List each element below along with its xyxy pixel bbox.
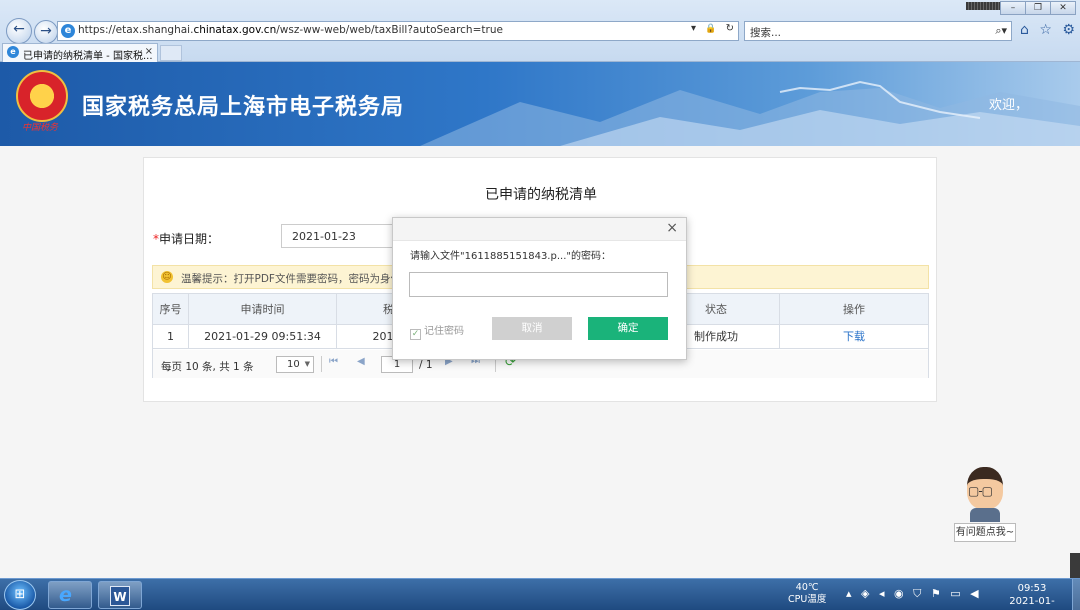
page-title: 已申请的纳税清单 bbox=[485, 187, 597, 203]
site-title: 国家税务总局上海市电子税务局 bbox=[82, 95, 405, 120]
row-time: 2021-01-29 09:51:34 bbox=[189, 325, 337, 348]
back-button[interactable]: ← bbox=[6, 18, 32, 44]
dialog-header: × bbox=[393, 218, 686, 241]
page-total: / 1 bbox=[419, 359, 433, 371]
browser-tray-icon[interactable]: ◉ bbox=[894, 587, 904, 600]
windows-taskbar: ⊞ e W 40℃ CPU温度 ▴ ◈ ◂ ◉ ⛉ ⚑ ▭ ◀ 09:53 20… bbox=[0, 578, 1080, 610]
cpu-temperature: 40℃ CPU温度 bbox=[788, 582, 826, 606]
monitor-icon[interactable]: ▭ bbox=[950, 587, 960, 600]
col-header-action: 操作 bbox=[843, 303, 865, 316]
remember-password-checkbox[interactable]: ✓ 记住密码 bbox=[410, 322, 464, 340]
date-label-text: 申请日期： bbox=[159, 232, 220, 246]
tax-emblem: ★ bbox=[16, 70, 68, 122]
cpu-temp-label: CPU温度 bbox=[788, 594, 827, 605]
address-bar[interactable]: e https://etax.shanghai.chinatax.gov.cn/… bbox=[57, 21, 739, 41]
address-tools: ▾ 🔒 ↻ bbox=[685, 23, 734, 34]
address-dropdown-icon[interactable]: ▾ bbox=[691, 23, 696, 34]
taskbar-ie[interactable]: e bbox=[48, 581, 92, 609]
ie-icon: e bbox=[59, 584, 72, 606]
welcome-text: 欢迎， bbox=[988, 98, 1028, 113]
speaker-icon[interactable]: ◂ bbox=[879, 587, 885, 600]
show-desktop-button[interactable] bbox=[1072, 579, 1080, 610]
row-index: 1 bbox=[153, 325, 189, 348]
new-tab-button[interactable] bbox=[160, 45, 182, 61]
volume-icon[interactable]: ◀ bbox=[970, 587, 978, 600]
emblem-star-icon: ★ bbox=[34, 82, 49, 101]
tray-expand-icon[interactable]: ▴ bbox=[846, 587, 852, 600]
system-clock[interactable]: 09:53 2021-01-29 bbox=[1004, 582, 1060, 610]
tab-close-icon[interactable]: × bbox=[145, 46, 153, 57]
page-size-select[interactable]: 10 ▼ bbox=[276, 356, 314, 373]
pager-info: 每页 10 条, 共 1 条 bbox=[161, 361, 254, 373]
forward-button[interactable]: → bbox=[34, 20, 58, 44]
hint-text: 温馨提示：打开PDF文件需要密码，密码为身份证件 bbox=[181, 273, 422, 285]
signal-indicator bbox=[966, 2, 1002, 10]
start-button[interactable]: ⊞ bbox=[4, 580, 36, 610]
restore-button[interactable]: ❐ bbox=[1025, 1, 1051, 15]
windows-logo-icon: ⊞ bbox=[14, 587, 26, 602]
tab-ie-icon: e bbox=[7, 46, 19, 58]
word-icon: W bbox=[110, 586, 130, 606]
browser-tab-active[interactable]: e 已申请的纳税清单 - 国家税... × bbox=[2, 43, 158, 62]
minimize-button[interactable]: – bbox=[1000, 1, 1026, 15]
home-icon[interactable]: ⌂ bbox=[1020, 22, 1029, 38]
clock-date: 2021-01-29 bbox=[1009, 596, 1055, 610]
search-icon[interactable]: ⌕▾ bbox=[995, 24, 1007, 38]
ie-page-icon: e bbox=[61, 24, 75, 38]
row-action-cell: 下载 bbox=[780, 325, 928, 348]
pager-divider bbox=[321, 356, 322, 372]
taskbar-word[interactable]: W bbox=[98, 581, 142, 609]
flag-icon[interactable]: ⚑ bbox=[931, 587, 941, 600]
first-page-icon[interactable]: ⏮ bbox=[329, 356, 338, 367]
glasses-icon: ▢-▢ bbox=[968, 484, 993, 498]
apply-date-input[interactable]: 2021-01-23 bbox=[281, 224, 401, 248]
avatar-body bbox=[970, 508, 1000, 522]
chevron-down-icon: ▼ bbox=[304, 360, 310, 368]
cpu-temp-value: 40℃ bbox=[795, 582, 819, 593]
help-button[interactable]: 有问题点我~ bbox=[954, 523, 1016, 542]
url-text[interactable]: https://etax.shanghai.chinatax.gov.cn/ws… bbox=[78, 24, 503, 36]
clock-time: 09:53 bbox=[1017, 583, 1047, 594]
date-label: *申请日期： bbox=[153, 230, 219, 247]
arrow-right-icon: → bbox=[40, 23, 52, 39]
gear-icon[interactable]: ⚙ bbox=[1062, 22, 1075, 38]
remember-label: 记住密码 bbox=[424, 326, 464, 337]
scroll-edge bbox=[1070, 553, 1080, 578]
emblem-caption: 中国税务 bbox=[22, 123, 59, 133]
system-tray: ▴ ◈ ◂ ◉ ⛉ ⚑ ▭ ◀ bbox=[846, 587, 985, 601]
browser-toolbar-icons: ⌂ ☆ ⚙ bbox=[1020, 22, 1080, 38]
site-header: ★ 中国税务 国家税务总局上海市电子税务局 欢迎， bbox=[0, 62, 1080, 146]
help-assistant-avatar[interactable]: ▢-▢ bbox=[958, 464, 1014, 522]
search-placeholder: 搜索... bbox=[750, 27, 782, 39]
window-controls: – ❐ ✕ bbox=[1000, 0, 1076, 15]
confirm-button[interactable]: 确定 bbox=[588, 317, 668, 340]
tab-title: 已申请的纳税清单 - 国家税... bbox=[23, 51, 153, 62]
password-dialog: × 请输入文件"1611885151843.p..."的密码： ✓ 记住密码 取消… bbox=[392, 217, 687, 360]
download-link[interactable]: 下载 bbox=[843, 330, 865, 343]
password-input[interactable] bbox=[409, 272, 668, 297]
smile-icon: ☺ bbox=[161, 271, 173, 283]
col-header-time: 申请时间 bbox=[189, 294, 337, 324]
dialog-message: 请输入文件"1611885151843.p..."的密码： bbox=[410, 251, 611, 262]
close-icon[interactable]: × bbox=[666, 220, 678, 236]
network-app-icon[interactable]: ◈ bbox=[861, 587, 869, 600]
refresh-icon[interactable]: ↻ bbox=[726, 23, 734, 34]
close-window-button[interactable]: ✕ bbox=[1050, 1, 1076, 15]
prev-page-icon[interactable]: ◀ bbox=[357, 356, 365, 367]
cancel-button[interactable]: 取消 bbox=[492, 317, 572, 340]
browser-search-box[interactable]: 搜索... ⌕▾ bbox=[744, 21, 1012, 41]
star-icon[interactable]: ☆ bbox=[1039, 22, 1052, 38]
page-size-value: 10 bbox=[287, 359, 300, 370]
date-value: 2021-01-23 bbox=[292, 230, 356, 243]
lock-icon[interactable]: 🔒 bbox=[705, 24, 716, 34]
shield-icon[interactable]: ⛉ bbox=[913, 587, 921, 600]
checkbox-check-icon[interactable]: ✓ bbox=[410, 329, 421, 340]
browser-chrome: ← → e https://etax.shanghai.chinatax.gov… bbox=[0, 0, 1080, 62]
arrow-left-icon: ← bbox=[13, 21, 25, 37]
col-header-index: 序号 bbox=[153, 294, 189, 324]
